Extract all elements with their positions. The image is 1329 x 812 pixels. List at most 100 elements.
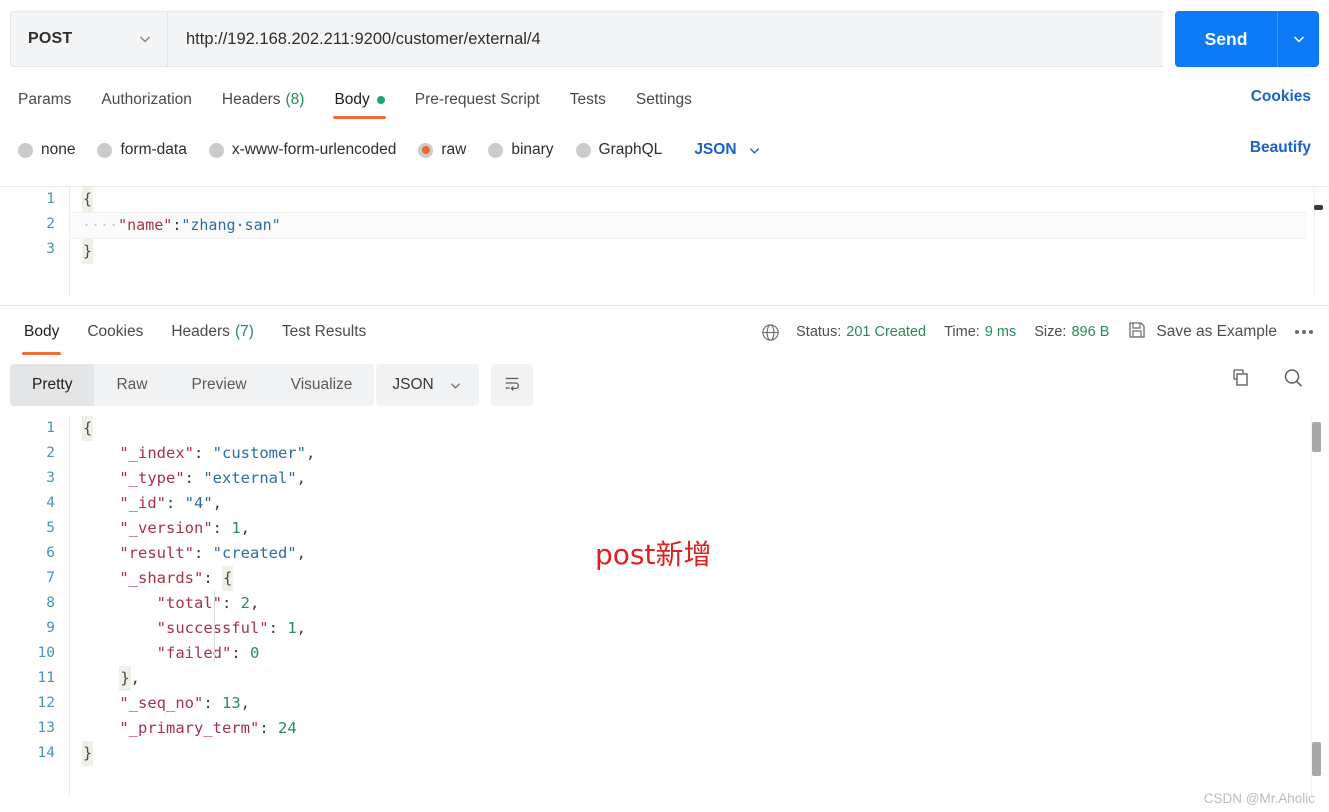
raw-format-selector[interactable]: JSON — [694, 141, 761, 159]
tab-tests[interactable]: Tests — [555, 80, 621, 120]
code-line: "total": 2, — [156, 594, 260, 612]
send-button[interactable]: Send — [1175, 11, 1277, 67]
body-has-content-dot-icon — [376, 96, 385, 104]
radio-icon — [97, 142, 113, 158]
response-code-area[interactable]: { "_index": "customer", "_type": "extern… — [70, 416, 1305, 796]
time-label: Time: — [944, 324, 980, 340]
body-type-none[interactable]: none — [18, 141, 75, 159]
code-line: { — [70, 416, 1305, 441]
body-type-label: none — [41, 141, 76, 158]
send-options-chevron-icon[interactable] — [1277, 11, 1319, 67]
tab-label: Cookies — [87, 323, 144, 340]
line-number: 3 — [46, 470, 55, 486]
line-number: 4 — [46, 495, 55, 511]
copy-icon[interactable] — [1227, 366, 1251, 390]
word-wrap-icon — [502, 373, 522, 398]
line-number: 2 — [46, 216, 55, 232]
body-type-form-data[interactable]: form-data — [97, 141, 187, 159]
word-wrap-toggle[interactable] — [490, 364, 533, 406]
http-method-selector[interactable]: POST — [10, 11, 167, 67]
save-as-example-label: Save as Example — [1156, 323, 1277, 340]
response-divider — [0, 305, 1329, 306]
response-tab-headers[interactable]: Headers (7) — [157, 313, 268, 351]
response-tab-body[interactable]: Body — [10, 313, 73, 355]
line-number: 10 — [37, 645, 55, 661]
request-code-area[interactable]: { ····"name":"zhang·san" } — [70, 187, 1307, 296]
line-number: 13 — [37, 720, 55, 736]
status-label: Status: — [796, 324, 842, 340]
response-scrollbar-thumb-top[interactable] — [1312, 422, 1321, 452]
url-input-container[interactable]: http://192.168.202.211:9200/customer/ext… — [167, 11, 1163, 67]
code-line: }, — [70, 666, 1305, 691]
tab-pre-request-script[interactable]: Pre-request Script — [400, 80, 555, 120]
beautify-link[interactable]: Beautify — [1250, 139, 1311, 157]
tab-authorization[interactable]: Authorization — [86, 80, 206, 120]
tab-headers[interactable]: Headers (8) — [207, 80, 320, 120]
tab-label: Body — [334, 91, 370, 108]
cookies-link[interactable]: Cookies — [1251, 88, 1311, 106]
view-preview[interactable]: Preview — [170, 364, 269, 406]
code-line: "_seq_no": 13, — [119, 694, 251, 712]
request-body-editor[interactable]: 1 2 3 { ····"name":"zhang·san" } — [0, 186, 1329, 296]
code-line: "_id": "4", — [119, 494, 223, 512]
body-type-urlencoded[interactable]: x-www-form-urlencoded — [208, 141, 396, 159]
code-line: } — [70, 239, 1307, 264]
radio-icon — [18, 142, 33, 158]
tab-count: (7) — [234, 323, 254, 340]
send-button-group: Send — [1175, 11, 1319, 67]
response-scrollbar-track[interactable] — [1311, 416, 1321, 796]
line-number: 11 — [37, 670, 55, 686]
code-line: "_index": "customer", — [119, 444, 316, 462]
tab-params[interactable]: Params — [18, 80, 86, 120]
watermark: CSDN @Mr.Aholic — [1203, 791, 1315, 806]
body-type-label: form-data — [120, 141, 187, 158]
response-status-bar: Status: 201 Created Time: 9 ms Size: 896… — [761, 316, 1317, 348]
view-pretty[interactable]: Pretty — [10, 364, 95, 406]
response-format-toolbar: Pretty Raw Preview Visualize JSON — [10, 364, 533, 406]
response-scrollbar-thumb-bottom[interactable] — [1312, 742, 1321, 776]
tab-body[interactable]: Body — [319, 80, 399, 120]
url-input[interactable]: http://192.168.202.211:9200/customer/ext… — [186, 30, 541, 49]
view-raw[interactable]: Raw — [94, 364, 169, 406]
view-visualize[interactable]: Visualize — [269, 364, 375, 406]
tab-label: Headers — [221, 91, 281, 108]
chevron-down-icon — [137, 31, 153, 47]
line-number: 3 — [46, 241, 55, 257]
response-format-selector[interactable]: JSON — [376, 364, 479, 406]
line-number: 8 — [46, 595, 55, 611]
line-number: 9 — [46, 620, 55, 636]
tab-label: Authorization — [101, 91, 192, 108]
search-icon[interactable] — [1281, 366, 1305, 390]
more-options-icon[interactable] — [1291, 326, 1317, 338]
body-type-raw[interactable]: raw — [418, 141, 466, 159]
body-type-graphql[interactable]: GraphQL — [575, 141, 662, 159]
tab-label: Body — [24, 323, 60, 340]
response-tab-cookies[interactable]: Cookies — [73, 313, 157, 351]
request-scrollbar-thumb[interactable] — [1314, 205, 1323, 210]
line-number: 1 — [46, 420, 55, 436]
radio-icon — [208, 142, 224, 158]
body-type-binary[interactable]: binary — [488, 141, 554, 159]
code-line: "_primary_term": 24 — [119, 719, 297, 737]
code-line: { — [70, 187, 1307, 212]
tab-settings[interactable]: Settings — [621, 80, 707, 120]
response-format-label: JSON — [392, 376, 434, 393]
code-line: "failed": 0 — [156, 644, 260, 662]
response-tab-bar: Body Cookies Headers (7) Test Results — [0, 313, 760, 355]
request-url-row: POST http://192.168.202.211:9200/custome… — [10, 11, 1319, 67]
radio-selected-icon — [418, 142, 434, 158]
status-code: Status: 201 Created — [796, 324, 926, 340]
request-tab-bar: Params Authorization Headers (8) Body Pr… — [0, 80, 1329, 120]
request-scrollbar-track[interactable] — [1314, 187, 1323, 296]
response-time: Time: 9 ms — [944, 324, 1016, 340]
body-type-label: binary — [511, 141, 554, 158]
tab-label: Params — [18, 91, 72, 108]
response-tab-test-results[interactable]: Test Results — [268, 313, 380, 351]
tab-label: Tests — [569, 91, 606, 108]
line-number: 12 — [37, 695, 55, 711]
response-body-editor[interactable]: 1 2 3 4 5 6 7 8 9 10 11 12 13 14 { "_ind… — [0, 416, 1329, 796]
size-value: 896 B — [1071, 324, 1110, 340]
code-line: ····"name":"zhang·san" — [70, 212, 1307, 239]
save-as-example-button[interactable]: Save as Example — [1127, 320, 1277, 345]
status-value: 201 Created — [846, 324, 927, 340]
